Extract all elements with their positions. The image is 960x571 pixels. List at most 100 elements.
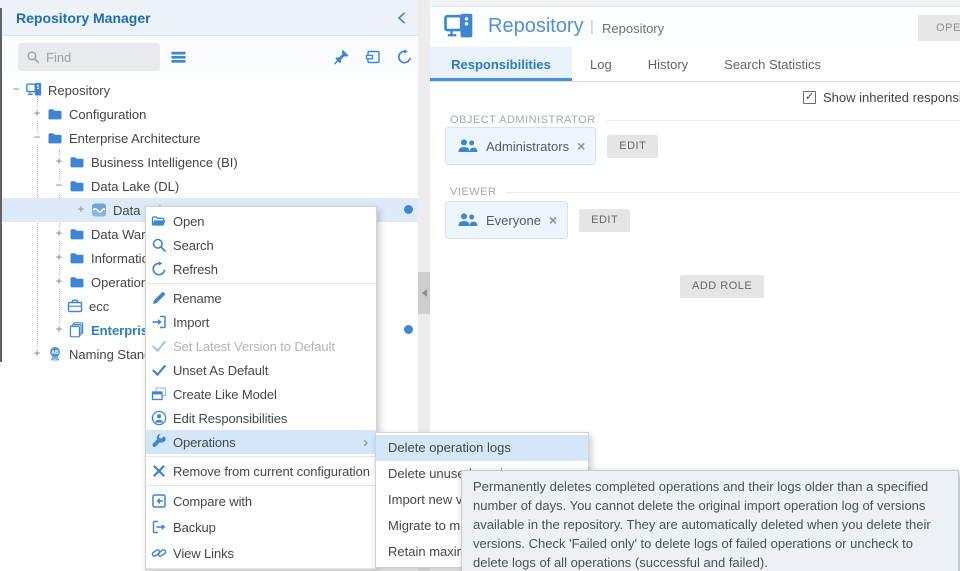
detail-header: Repository | Repository OPEN xyxy=(430,7,960,47)
heading-rule xyxy=(506,192,960,193)
top-strip xyxy=(430,0,960,7)
check-icon xyxy=(151,338,167,354)
folder-icon xyxy=(69,154,85,170)
section-heading-viewer: VIEWER xyxy=(450,186,960,198)
users-icon xyxy=(456,212,478,228)
menu-item-remove-from-current-configuration[interactable]: Remove from current configuration xyxy=(146,459,376,483)
pin-icon[interactable] xyxy=(333,49,350,65)
tree-expander[interactable]: + xyxy=(75,204,87,216)
open-indicator-dot xyxy=(404,325,413,334)
folder-icon xyxy=(69,226,85,242)
menu-item-create-like-model[interactable]: Create Like Model xyxy=(146,382,376,406)
collapse-left-icon xyxy=(422,289,427,297)
tree-expander[interactable]: + xyxy=(53,276,65,288)
context-menu: Open Search Refresh Rename Import Set La… xyxy=(145,206,377,570)
briefcase-icon xyxy=(67,298,83,314)
tree-expander[interactable]: − xyxy=(31,132,43,144)
tree-expander[interactable]: + xyxy=(53,156,65,168)
users-icon xyxy=(456,138,478,154)
menu-item-rename[interactable]: Rename xyxy=(146,286,376,310)
tree-expander[interactable]: + xyxy=(31,108,43,120)
award-icon xyxy=(47,346,63,362)
tree-expander[interactable]: + xyxy=(53,228,65,240)
folder-icon xyxy=(69,274,85,290)
folder-icon xyxy=(47,130,63,146)
data-lake-icon xyxy=(91,202,107,218)
viewer-row: Everyone × EDIT xyxy=(445,201,630,239)
edit-button[interactable]: EDIT xyxy=(607,135,658,158)
repository-manager-app: AB Repository Manager xyxy=(0,0,960,571)
wrench-icon xyxy=(151,434,167,450)
menu-item-compare-with[interactable]: Compare with xyxy=(146,488,376,514)
detail-tabs: Responsibilities Log History Search Stat… xyxy=(430,47,960,82)
menu-item-set-latest-version-to-default: Set Latest Version to Default xyxy=(146,334,376,358)
menu-group: Open Search Refresh xyxy=(146,207,376,283)
add-role-button[interactable]: ADD ROLE xyxy=(680,275,764,298)
left-panel-header: Repository Manager xyxy=(0,0,418,36)
tab-log[interactable]: Log xyxy=(572,47,630,81)
find-box[interactable] xyxy=(18,43,160,71)
tab-search-statistics[interactable]: Search Statistics xyxy=(706,47,839,81)
window-edge xyxy=(0,8,2,362)
open-button[interactable]: OPEN xyxy=(918,15,960,41)
repository-icon xyxy=(444,12,474,42)
refresh-icon[interactable] xyxy=(396,49,413,65)
tree-item-business-intelligence[interactable]: + Business Intelligence (BI) xyxy=(0,150,418,174)
search-icon xyxy=(26,50,40,64)
menu-item-open[interactable]: Open xyxy=(146,209,376,233)
role-chip-everyone[interactable]: Everyone × xyxy=(445,201,568,239)
tree-item-data-lake-dl[interactable]: − Data Lake (DL) xyxy=(0,174,418,198)
submenu-item-delete-operation-logs[interactable]: Delete operation logs xyxy=(376,435,588,461)
object-administrator-row: Administrators × EDIT xyxy=(445,127,658,165)
menu-icon[interactable] xyxy=(170,49,187,65)
tree-item-enterprise-architecture[interactable]: − Enterprise Architecture xyxy=(0,126,418,150)
restore-window-icon[interactable] xyxy=(365,49,382,65)
create-like-icon xyxy=(151,386,167,402)
links-icon xyxy=(151,545,167,561)
open-folder-icon xyxy=(151,213,167,229)
menu-item-backup[interactable]: Backup xyxy=(146,514,376,540)
tab-responsibilities[interactable]: Responsibilities xyxy=(430,47,572,81)
search-icon xyxy=(151,237,167,253)
tab-history[interactable]: History xyxy=(630,47,706,81)
menu-group: Compare with Backup View Links xyxy=(146,486,376,568)
import-icon xyxy=(151,314,167,330)
remove-cross-icon xyxy=(151,463,167,479)
tree-expander[interactable]: + xyxy=(31,348,43,360)
menu-item-view-links[interactable]: View Links xyxy=(146,540,376,566)
tree-expander[interactable]: − xyxy=(10,84,22,96)
tree-expander[interactable]: − xyxy=(53,180,65,192)
check-icon xyxy=(151,362,167,378)
tooltip: Permanently deletes completed operations… xyxy=(461,470,959,571)
menu-separator xyxy=(146,568,376,569)
menu-item-refresh[interactable]: Refresh xyxy=(146,257,376,281)
documents-icon xyxy=(69,322,85,338)
title-separator: | xyxy=(590,18,594,35)
tree-expander[interactable]: + xyxy=(53,324,65,336)
remove-chip-icon[interactable]: × xyxy=(577,138,585,154)
repository-icon xyxy=(26,82,42,98)
splitter-handle[interactable] xyxy=(418,272,430,314)
panel-title: Repository Manager xyxy=(16,0,151,36)
tree-item-repository[interactable]: − Repository xyxy=(0,78,418,102)
refresh-icon xyxy=(151,261,167,277)
menu-item-unset-as-default[interactable]: Unset As Default xyxy=(146,358,376,382)
person-badge-icon xyxy=(151,410,167,426)
remove-chip-icon[interactable]: × xyxy=(549,212,557,228)
section-heading-object-administrator: OBJECT ADMINISTRATOR xyxy=(450,114,960,126)
compare-icon xyxy=(151,493,167,509)
role-chip-administrators[interactable]: Administrators × xyxy=(445,127,596,165)
find-input[interactable] xyxy=(46,43,156,71)
collapse-panel-icon[interactable] xyxy=(395,11,409,25)
menu-item-operations[interactable]: Operations› xyxy=(146,430,376,454)
menu-item-search[interactable]: Search xyxy=(146,233,376,257)
menu-item-import[interactable]: Import xyxy=(146,310,376,334)
object-title: Repository xyxy=(488,15,584,38)
folder-icon xyxy=(69,250,85,266)
edit-button[interactable]: EDIT xyxy=(579,209,630,232)
show-inherited-checkbox[interactable]: ✓ xyxy=(803,91,816,104)
tree-item-configuration[interactable]: + Configuration xyxy=(0,102,418,126)
tree-expander[interactable]: + xyxy=(53,252,65,264)
menu-group: Rename Import Set Latest Version to Defa… xyxy=(146,284,376,456)
menu-item-edit-responsibilities[interactable]: Edit Responsibilities xyxy=(146,406,376,430)
